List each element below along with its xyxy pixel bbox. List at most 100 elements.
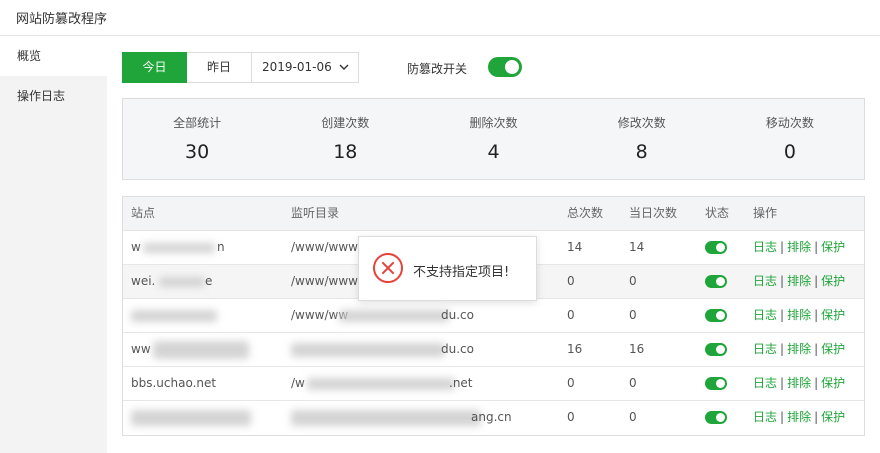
site-cell: ww	[131, 342, 151, 356]
site-cell-tail: n	[217, 240, 225, 254]
tamper-toggle[interactable]	[488, 57, 522, 77]
stat-value: 4	[487, 141, 500, 163]
today-button[interactable]: 今日	[122, 52, 187, 83]
yesterday-button[interactable]: 昨日	[187, 52, 252, 83]
exclude-link[interactable]: 排除	[787, 410, 811, 424]
stat-value: 8	[635, 141, 648, 163]
ops-cell: 日志 | 排除 | 保护	[753, 274, 846, 288]
redaction-blur	[291, 343, 445, 357]
site-cell-tail: e	[205, 274, 213, 288]
sidebar-item-operation-log[interactable]: 操作日志	[0, 76, 107, 116]
dir-cell: /w	[291, 376, 305, 390]
site-cell: wei.	[131, 274, 156, 288]
app-title: 网站防篡改程序	[16, 12, 108, 27]
dir-cell-tail: du.co	[441, 342, 474, 356]
protect-link[interactable]: 保护	[821, 308, 845, 322]
protect-link[interactable]: 保护	[821, 342, 845, 356]
today-cell: 14	[629, 240, 645, 254]
exclude-link[interactable]: 排除	[787, 342, 811, 356]
exclude-link[interactable]: 排除	[787, 376, 811, 390]
site-table: 站点 监听目录 总次数 当日次数 状态 操作 w n /www/www 14 1…	[122, 196, 865, 436]
today-cell: 0	[629, 274, 637, 288]
dir-cell-tail: du.co	[441, 308, 474, 322]
exclude-link[interactable]: 排除	[787, 308, 811, 322]
stat-value: 30	[185, 141, 210, 163]
today-cell: 0	[629, 410, 637, 424]
date-picker[interactable]: 2019-01-06	[252, 52, 359, 83]
total-cell: 0	[567, 274, 575, 288]
protect-link[interactable]: 保护	[821, 240, 845, 254]
ops-cell: 日志 | 排除 | 保护	[753, 410, 846, 424]
status-toggle[interactable]	[705, 377, 727, 390]
ops-cell: 日志 | 排除 | 保护	[753, 308, 846, 322]
dir-cell-tail: ang.cn	[471, 410, 512, 424]
stats-panel: 全部统计 30 创建次数 18 删除次数 4 修改次数 8 移动次数 0	[122, 98, 865, 180]
total-cell: 16	[567, 342, 583, 356]
stat-delete: 删除次数 4	[419, 99, 567, 179]
log-link[interactable]: 日志	[753, 274, 777, 288]
dir-cell: /www/www	[291, 274, 358, 288]
stat-label: 修改次数	[617, 116, 666, 130]
site-cell: w	[131, 240, 141, 254]
date-selector: 今日 昨日 2019-01-06	[122, 52, 359, 83]
sidebar-item-overview[interactable]: 概览	[0, 36, 107, 76]
redaction-blur	[143, 243, 215, 253]
redaction-blur	[339, 310, 449, 322]
error-toast: 不支持指定项目!	[358, 236, 537, 301]
status-toggle[interactable]	[705, 411, 727, 424]
total-cell: 14	[567, 240, 583, 254]
stat-move: 移动次数 0	[716, 99, 864, 179]
date-value: 2019-01-06	[262, 60, 332, 74]
stat-create: 创建次数 18	[271, 99, 419, 179]
total-cell: 0	[567, 308, 575, 322]
today-cell: 0	[629, 376, 637, 390]
stat-value: 0	[783, 141, 796, 163]
site-cell: bbs.uchao.net	[131, 376, 217, 390]
ops-cell: 日志 | 排除 | 保护	[753, 342, 846, 356]
ops-cell: 日志 | 排除 | 保护	[753, 240, 846, 254]
status-toggle[interactable]	[705, 343, 727, 356]
redaction-blur	[153, 341, 249, 359]
log-link[interactable]: 日志	[753, 410, 777, 424]
table-row: /www/ww du.co 0 0 日志 | 排除 | 保护	[123, 299, 864, 333]
redaction-blur	[159, 277, 205, 287]
table-header: 站点 监听目录 总次数 当日次数 状态 操作	[123, 197, 864, 231]
today-cell: 16	[629, 342, 645, 356]
redaction-blur	[131, 310, 217, 322]
header-site: 站点	[131, 206, 156, 220]
protect-link[interactable]: 保护	[821, 376, 845, 390]
stat-modify: 修改次数 8	[568, 99, 716, 179]
header-dir: 监听目录	[291, 206, 340, 220]
stat-total: 全部统计 30	[123, 99, 271, 179]
protect-link[interactable]: 保护	[821, 410, 845, 424]
redaction-blur	[131, 410, 251, 426]
log-link[interactable]: 日志	[753, 342, 777, 356]
stat-value: 18	[333, 141, 358, 163]
toast-message: 不支持指定项目!	[413, 265, 510, 280]
header-today: 当日次数	[629, 206, 678, 220]
log-link[interactable]: 日志	[753, 240, 777, 254]
protect-link[interactable]: 保护	[821, 274, 845, 288]
log-link[interactable]: 日志	[753, 308, 777, 322]
stat-label: 创建次数	[321, 116, 370, 130]
top-bar: 网站防篡改程序	[0, 0, 880, 36]
status-toggle[interactable]	[705, 275, 727, 288]
header-total: 总次数	[567, 206, 604, 220]
error-icon	[373, 253, 403, 283]
header-ops: 操作	[753, 206, 778, 220]
status-toggle[interactable]	[705, 241, 727, 254]
table-row: ww du.co 16 16 日志 | 排除 | 保护	[123, 333, 864, 367]
total-cell: 0	[567, 376, 575, 390]
status-toggle[interactable]	[705, 309, 727, 322]
sidebar: 概览 操作日志	[0, 36, 107, 453]
ops-cell: 日志 | 排除 | 保护	[753, 376, 846, 390]
table-row: ang.cn 0 0 日志 | 排除 | 保护	[123, 401, 864, 435]
exclude-link[interactable]: 排除	[787, 240, 811, 254]
chevron-down-icon	[338, 53, 350, 93]
total-cell: 0	[567, 410, 575, 424]
exclude-link[interactable]: 排除	[787, 274, 811, 288]
dir-cell: /www/www	[291, 240, 358, 254]
dir-cell-tail: .net	[449, 376, 473, 390]
redaction-blur	[307, 378, 455, 390]
log-link[interactable]: 日志	[753, 376, 777, 390]
